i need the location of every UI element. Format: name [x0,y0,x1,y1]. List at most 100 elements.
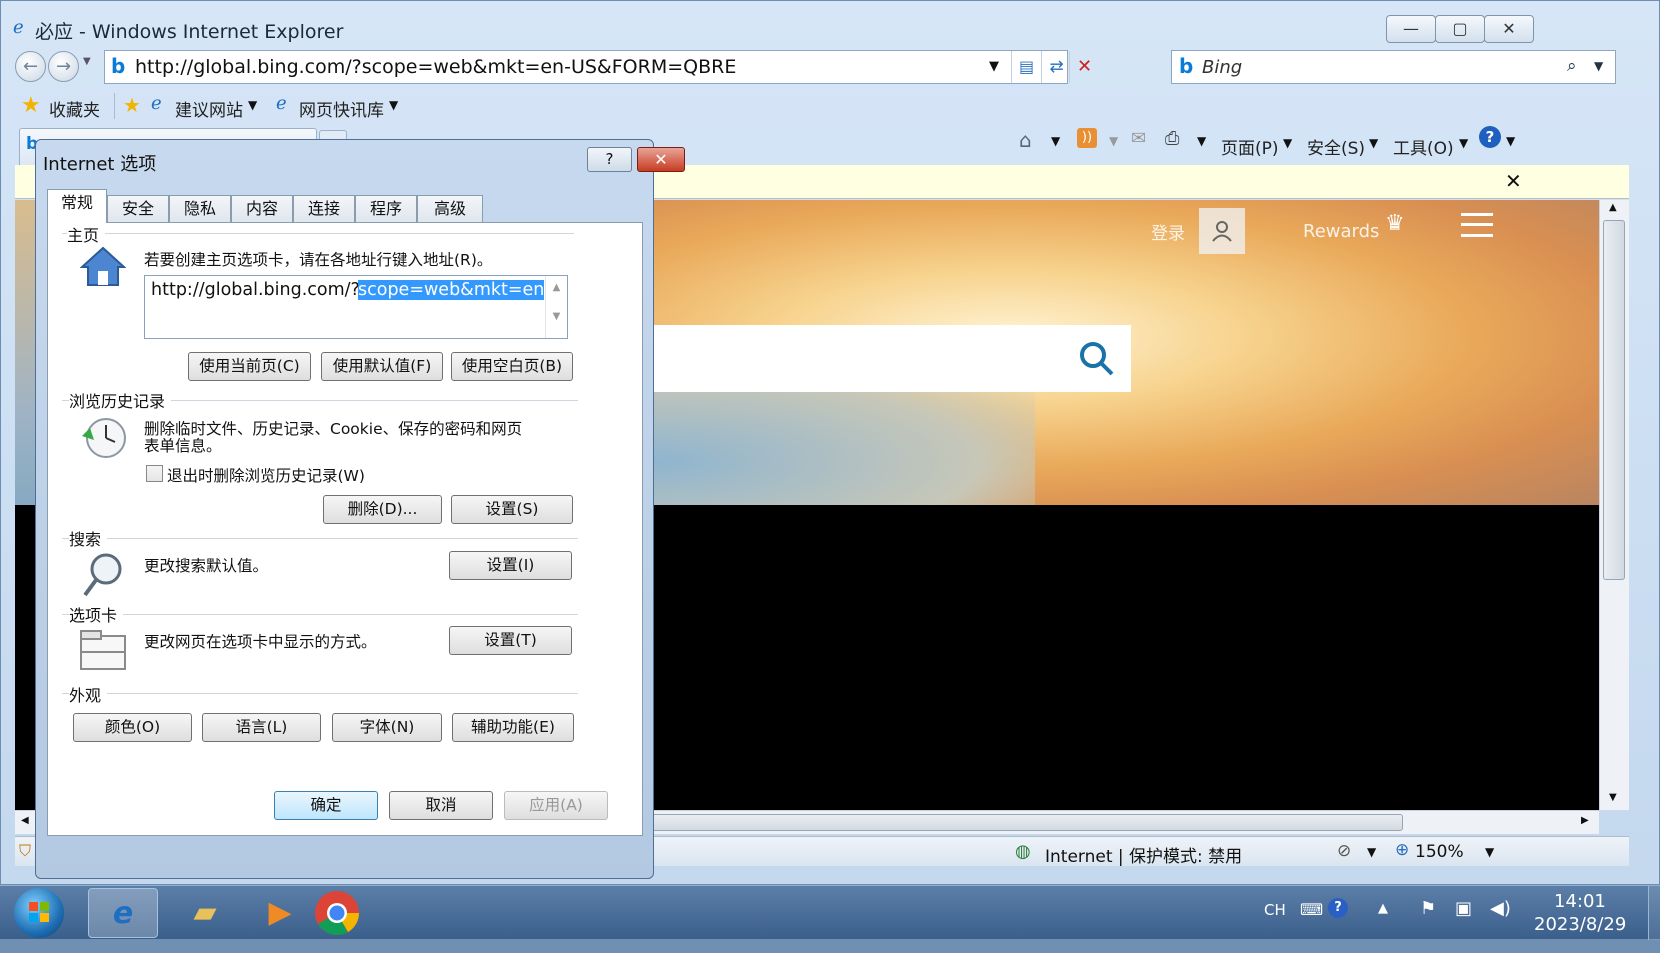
history-dropdown-icon[interactable]: ▼ [83,56,91,67]
tab-privacy[interactable]: 隐私 [169,195,231,222]
close-infobar-icon[interactable]: ✕ [1505,169,1522,193]
scroll-up-icon[interactable]: ▲ [546,282,567,293]
chevron-down-icon[interactable]: ▼ [1367,845,1376,859]
use-default-button[interactable]: 使用默认值(F) [321,352,443,381]
field-scrollbar[interactable]: ▲ ▼ [545,276,567,338]
back-button[interactable]: ← [15,51,46,82]
print-icon[interactable]: ⎙ [1165,128,1179,149]
languages-button[interactable]: 语言(L) [202,713,321,742]
dialog-close-button[interactable]: ✕ [637,147,685,172]
vertical-scrollbar[interactable]: ▲ ▼ [1599,200,1629,810]
taskbar-ie-button[interactable]: e [88,888,158,938]
history-settings-button[interactable]: 设置(S) [451,495,573,524]
chevron-down-icon[interactable]: ▼ [1506,134,1515,148]
delete-on-exit-checkbox[interactable] [146,465,163,482]
volume-icon[interactable]: ◀) [1490,898,1511,919]
cancel-button[interactable]: 取消 [389,791,493,820]
sign-in-link[interactable]: 登录 [1151,219,1185,244]
maximize-button[interactable]: ▢ [1435,15,1485,43]
rewards-trophy-icon[interactable]: ♛ [1385,211,1405,236]
address-text[interactable]: http://global.bing.com/?scope=web&mkt=en… [135,56,736,78]
chevron-down-icon[interactable]: ▼ [1369,136,1378,150]
chevron-down-icon[interactable]: ▼ [248,98,257,112]
scroll-down-icon[interactable]: ▼ [546,311,567,322]
accessibility-button[interactable]: 辅助功能(E) [452,713,574,742]
refresh-icon[interactable]: ⇄ [1041,51,1071,83]
home-icon[interactable]: ⌂ [1019,128,1032,152]
add-favorite-icon[interactable]: ★ [123,93,141,117]
scroll-down-icon[interactable]: ▼ [1609,792,1617,803]
chevron-down-icon[interactable]: ▼ [389,98,398,112]
use-current-button[interactable]: 使用当前页(C) [188,352,311,381]
read-mail-icon[interactable]: ✉ [1131,128,1146,149]
use-blank-button[interactable]: 使用空白页(B) [451,352,573,381]
tab-connections[interactable]: 连接 [293,195,355,222]
tab-general[interactable]: 常规 [47,189,107,223]
chevron-down-icon[interactable]: ▼ [1051,134,1060,148]
compatibility-icon[interactable]: ▤ [1011,51,1041,83]
scroll-left-icon[interactable]: ◀ [21,815,29,826]
show-hidden-icons-icon[interactable]: ▲ [1378,901,1388,916]
hamburger-menu-icon[interactable] [1461,213,1493,237]
tab-programs[interactable]: 程序 [355,195,417,222]
taskbar-explorer-button[interactable]: ▰ [170,888,240,938]
web-slice-gallery-link[interactable]: 网页快讯库 [299,96,384,121]
address-bar[interactable]: b http://global.bing.com/?scope=web&mkt=… [104,50,1092,84]
language-indicator[interactable]: CH [1264,901,1286,919]
zoom-level[interactable]: 150% [1415,842,1464,862]
dialog-help-button[interactable]: ? [587,147,632,172]
search-icon[interactable]: ⌕ [1567,56,1577,76]
search-dropdown-icon[interactable]: ▼ [1594,59,1603,73]
chevron-down-icon[interactable]: ▼ [1283,136,1292,150]
safety-menu[interactable]: 安全(S) [1307,134,1365,159]
favorites-button[interactable]: 收藏夹 [49,96,100,121]
tabs-settings-button[interactable]: 设置(T) [449,626,572,655]
page-menu[interactable]: 页面(P) [1221,134,1279,159]
keyboard-icon[interactable]: ⌨ [1300,900,1323,919]
clock-time[interactable]: 14:01 [1554,891,1606,912]
protected-mode-icon[interactable]: ⊘ [1337,841,1351,861]
avatar[interactable] [1199,208,1245,254]
forward-button[interactable]: → [48,51,79,82]
search-settings-button[interactable]: 设置(I) [449,551,572,580]
rss-feed-icon[interactable]: )) [1077,128,1097,148]
close-window-button[interactable]: ✕ [1484,15,1534,43]
scroll-right-icon[interactable]: ▶ [1581,815,1589,826]
tab-advanced[interactable]: 高级 [417,195,483,222]
tab-security[interactable]: 安全 [107,195,169,222]
vertical-scroll-thumb[interactable] [1603,220,1625,580]
colors-button[interactable]: 颜色(O) [73,713,192,742]
home-page-field[interactable]: http://global.bing.com/? scope=web&mkt=e… [144,275,568,339]
suggested-sites-link[interactable]: 建议网站 [175,96,243,121]
fonts-button[interactable]: 字体(N) [332,713,442,742]
tools-menu[interactable]: 工具(O) [1393,134,1454,159]
chevron-down-icon[interactable]: ▼ [1459,136,1468,150]
rewards-link[interactable]: Rewards [1303,221,1379,242]
start-button[interactable] [14,888,64,938]
search-icon[interactable] [1079,341,1115,377]
horizontal-scroll-thumb[interactable] [635,814,1403,831]
security-zone-text[interactable]: Internet | 保护模式: 禁用 [1045,842,1242,867]
show-desktop-button[interactable] [1648,886,1660,940]
clock-date[interactable]: 2023/8/29 [1534,914,1626,935]
bing-search-input[interactable] [613,325,1131,392]
favorites-star-icon[interactable]: ★ [21,93,41,118]
apply-button[interactable]: 应用(A) [504,791,608,820]
taskbar-chrome-button[interactable] [302,888,372,938]
chevron-down-icon[interactable]: ▼ [1197,134,1206,148]
zoom-icon[interactable]: ⊕ [1395,840,1409,860]
network-icon[interactable]: ▣ [1455,898,1472,919]
delete-history-button[interactable]: 删除(D)... [323,495,442,524]
search-box[interactable]: b Bing ⌕ ▼ [1171,50,1616,84]
stop-icon[interactable]: ✕ [1069,51,1099,83]
zoom-dropdown-icon[interactable]: ▼ [1485,845,1494,859]
tab-content[interactable]: 内容 [231,195,293,222]
ime-help-icon[interactable]: ? [1328,898,1348,918]
delete-on-exit-label[interactable]: 退出时删除浏览历史记录(W) [167,464,365,486]
scroll-up-icon[interactable]: ▲ [1609,202,1617,213]
help-icon[interactable]: ? [1479,126,1501,148]
address-dropdown-icon[interactable]: ▼ [989,59,999,74]
ok-button[interactable]: 确定 [274,791,378,820]
action-center-flag-icon[interactable]: ⚑ [1420,898,1436,919]
chevron-down-icon[interactable]: ▼ [1109,134,1118,148]
